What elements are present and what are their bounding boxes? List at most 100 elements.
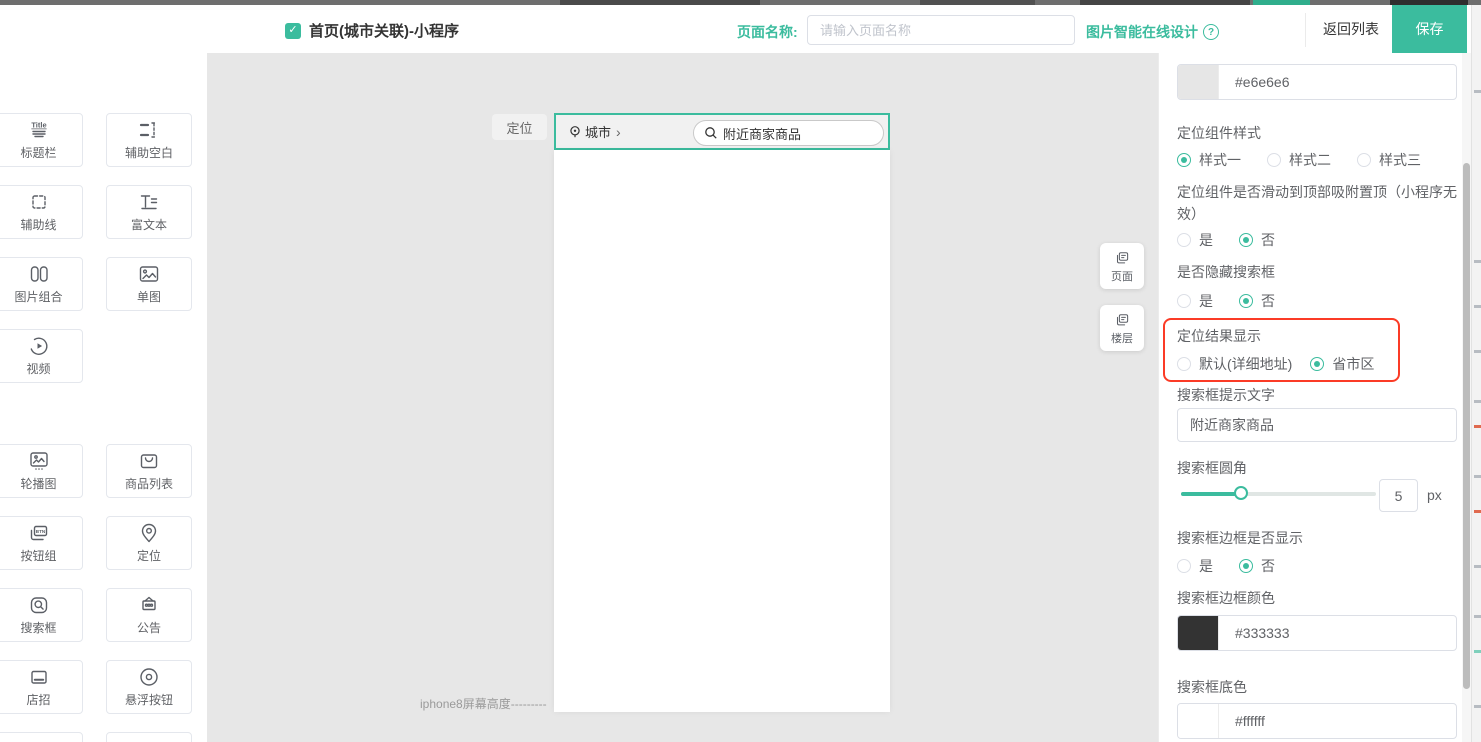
component-card-single-image[interactable]: 单图 <box>106 257 192 311</box>
radio-style-2[interactable]: 样式二 <box>1267 150 1331 170</box>
smart-design-link[interactable]: 图片智能在线设计 ? <box>1086 22 1219 42</box>
component-card-float-button[interactable]: 悬浮按钮 <box>106 660 192 714</box>
radio-label: 是 <box>1199 230 1213 250</box>
radio-result-region[interactable]: 省市区 <box>1310 354 1374 374</box>
search-icon <box>704 126 718 140</box>
component-card-title-bar[interactable]: Title 标题栏 <box>0 113 83 167</box>
radio-icon[interactable] <box>1177 559 1191 573</box>
search-placeholder-input[interactable] <box>1177 408 1457 442</box>
radio-style-1[interactable]: 样式一 <box>1177 150 1241 170</box>
search-bg-label: 搜索框底色 <box>1177 677 1247 697</box>
radio-sticky-yes[interactable]: 是 <box>1177 230 1213 250</box>
help-circle-icon[interactable]: ? <box>1203 24 1219 40</box>
panel-scrollbar-thumb[interactable] <box>1463 163 1470 689</box>
edge-artifact <box>1474 565 1481 568</box>
pages-panel-button[interactable]: 页面 <box>1100 243 1144 289</box>
carousel-icon <box>27 450 51 472</box>
radio-style-3[interactable]: 样式三 <box>1357 150 1421 170</box>
svg-text:BTN: BTN <box>35 529 45 534</box>
location-component-preview[interactable]: 城市 › 附近商家商品 <box>554 113 890 150</box>
border-show-label: 搜索框边框是否显示 <box>1177 528 1303 548</box>
page-name-input[interactable] <box>807 15 1075 45</box>
radio-border-yes[interactable]: 是 <box>1177 556 1213 576</box>
page-checkbox[interactable]: ✓ <box>285 23 301 39</box>
sticky-radio-group: 是 否 <box>1177 230 1301 250</box>
radio-hide-no[interactable]: 否 <box>1239 291 1275 311</box>
component-card-product-list[interactable]: 商品列表 <box>106 444 192 498</box>
phone-screen[interactable] <box>554 150 890 712</box>
radio-hide-yes[interactable]: 是 <box>1177 291 1213 311</box>
component-card-location[interactable]: 定位 <box>106 516 192 570</box>
floors-panel-button[interactable]: 楼层 <box>1100 305 1144 351</box>
image-group-icon <box>27 263 51 285</box>
radio-label: 否 <box>1261 230 1275 250</box>
color-swatch[interactable] <box>1178 65 1219 99</box>
radio-icon[interactable] <box>1177 233 1191 247</box>
component-card-button-group[interactable]: BTN 按钮组 <box>0 516 83 570</box>
radius-value-input[interactable] <box>1379 479 1418 512</box>
city-label: 城市 <box>585 122 611 141</box>
radio-icon[interactable] <box>1177 153 1191 167</box>
radio-result-default[interactable]: 默认(详细地址) <box>1177 354 1292 374</box>
color-value: #e6e6e6 <box>1235 74 1290 90</box>
radio-icon[interactable] <box>1239 294 1253 308</box>
radius-slider-thumb[interactable] <box>1234 486 1248 500</box>
edge-artifact <box>1474 350 1481 353</box>
component-card-partial[interactable] <box>106 732 192 742</box>
border-show-radio-group: 是 否 <box>1177 556 1301 576</box>
component-card-label: 轮播图 <box>20 475 56 492</box>
color-swatch[interactable] <box>1178 704 1219 738</box>
design-canvas[interactable]: 定位 城市 › 附近商家商品 iphone8屏幕高度--------- <box>207 53 1158 742</box>
search-bg-color-field[interactable]: #ffffff <box>1177 703 1457 739</box>
component-card-label: 定位 <box>137 547 161 564</box>
component-card-label: 图片组合 <box>14 288 62 305</box>
panel-scrollbar-track[interactable] <box>1462 53 1471 742</box>
component-card-video[interactable]: 视频 <box>0 329 83 383</box>
component-card-label: 商品列表 <box>125 475 173 492</box>
component-tag-location: 定位 <box>492 114 547 140</box>
radio-icon[interactable] <box>1239 233 1253 247</box>
result-display-radio-group: 默认(详细地址) 省市区 <box>1177 354 1400 374</box>
border-color-label: 搜索框边框颜色 <box>1177 588 1275 608</box>
hide-search-label: 是否隐藏搜索框 <box>1177 262 1275 282</box>
radio-icon[interactable] <box>1177 357 1191 371</box>
helper-blank-icon <box>137 119 161 141</box>
radio-icon[interactable] <box>1177 294 1191 308</box>
radio-icon[interactable] <box>1357 153 1371 167</box>
radio-border-no[interactable]: 否 <box>1239 556 1275 576</box>
title-bar-icon: Title <box>27 119 51 141</box>
smart-design-link-label: 图片智能在线设计 <box>1086 22 1198 42</box>
component-card-label: 公告 <box>137 619 161 636</box>
border-color-field[interactable]: #333333 <box>1177 615 1457 651</box>
radio-icon[interactable] <box>1310 357 1324 371</box>
edge-artifact <box>1474 260 1481 263</box>
component-card-label: 店招 <box>26 691 50 708</box>
radio-icon[interactable] <box>1239 559 1253 573</box>
notice-icon <box>137 594 161 616</box>
single-image-icon <box>137 263 161 285</box>
pages-icon <box>1113 249 1131 267</box>
component-card-helper-blank[interactable]: 辅助空白 <box>106 113 192 167</box>
component-card-notice[interactable]: 公告 <box>106 588 192 642</box>
edge-artifact <box>1474 305 1481 308</box>
background-color-field[interactable]: #e6e6e6 <box>1177 64 1457 100</box>
component-card-image-group[interactable]: 图片组合 <box>0 257 83 311</box>
component-card-search-box[interactable]: 搜索框 <box>0 588 83 642</box>
product-list-icon <box>137 450 161 472</box>
component-card-helper-line[interactable]: 辅助线 <box>0 185 83 239</box>
component-card-partial[interactable] <box>0 732 83 742</box>
save-button[interactable]: 保存 <box>1392 5 1467 53</box>
radio-icon[interactable] <box>1267 153 1281 167</box>
back-to-list-button[interactable]: 返回列表 <box>1310 5 1392 53</box>
component-card-rich-text[interactable]: 富文本 <box>106 185 192 239</box>
component-card-store-sign[interactable]: 店招 <box>0 660 83 714</box>
radio-label: 否 <box>1261 556 1275 576</box>
component-card-carousel[interactable]: 轮播图 <box>0 444 83 498</box>
preview-search-box[interactable]: 附近商家商品 <box>693 120 884 146</box>
radius-slider[interactable] <box>1181 492 1376 496</box>
radius-slider-fill <box>1181 492 1241 496</box>
color-swatch[interactable] <box>1178 616 1219 650</box>
helper-line-icon <box>27 191 51 213</box>
city-selector[interactable]: 城市 › <box>568 122 621 141</box>
radio-sticky-no[interactable]: 否 <box>1239 230 1275 250</box>
